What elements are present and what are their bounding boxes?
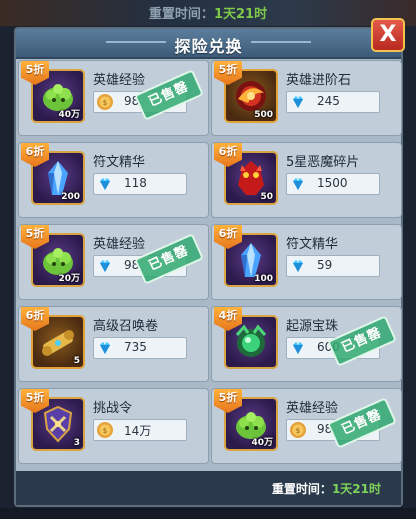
shop-item-card[interactable]: 40万 5折 英雄经验 $98 已售罄 — [211, 388, 402, 464]
panel-footer: 重置时间：1天21时 — [16, 471, 401, 505]
item-name: 英雄进阶石 — [286, 73, 352, 88]
item-quantity: 50 — [260, 192, 273, 202]
item-quantity: 40万 — [251, 438, 273, 448]
item-price: 245 — [317, 94, 340, 108]
background-refresh-value: 1天21时 — [213, 7, 268, 22]
refresh-timer: 重置时间：1天21时 — [272, 480, 381, 497]
item-name: 英雄经验 — [93, 73, 146, 88]
shop-item-card[interactable]: 20万 5折 英雄经验 98 已售罄 — [18, 224, 209, 300]
shop-item-card[interactable]: 100 6折 符文精华 59 — [211, 224, 402, 300]
svg-text:$: $ — [103, 99, 107, 107]
item-name: 挑战令 — [93, 401, 133, 416]
shop-item-card[interactable]: 500 5折 英雄进阶石 245 — [211, 60, 402, 136]
item-price: 14万 — [124, 424, 152, 438]
item-quantity: 500 — [254, 110, 273, 120]
price-box[interactable]: $14万 — [93, 419, 187, 441]
item-price: 59 — [317, 258, 333, 272]
item-quantity: 40万 — [58, 110, 80, 120]
shop-item-card[interactable]: 50 6折 5星恶魔碎片 1500 — [211, 142, 402, 218]
title-bar: 探险兑换 — [16, 29, 401, 59]
item-quantity: 200 — [61, 192, 80, 202]
item-name: 英雄经验 — [93, 237, 146, 252]
background-refresh-label: 重置时间： — [148, 7, 214, 22]
shop-item-card[interactable]: 5 6折 高级召唤卷 735 — [18, 306, 209, 382]
item-name: 英雄经验 — [286, 401, 339, 416]
refresh-value: 1天21时 — [331, 482, 381, 496]
item-name: 高级召唤卷 — [93, 319, 159, 334]
shop-item-card[interactable]: 200 6折 符文精华 118 — [18, 142, 209, 218]
price-box[interactable]: 59 — [286, 255, 380, 277]
item-quantity: 3 — [73, 438, 80, 448]
item-price: 118 — [124, 176, 147, 190]
price-box[interactable]: 245 — [286, 91, 380, 113]
shop-item-card[interactable]: 3 5折 挑战令 $14万 — [18, 388, 209, 464]
price-box[interactable]: 1500 — [286, 173, 380, 195]
background-refresh-timer: 重置时间：1天21时 — [0, 3, 416, 22]
background-header: 重置时间：1天21时 — [0, 0, 416, 26]
refresh-label: 重置时间： — [271, 482, 332, 496]
item-name: 起源宝珠 — [286, 319, 339, 334]
exchange-panel: 探险兑换 40万 5折 英雄经验 $98 已售罄 500 5折 英雄进阶石 245 200 6折 符文… — [14, 27, 403, 507]
shop-item-card[interactable]: 4折 起源宝珠 600 已售罄 — [211, 306, 402, 382]
item-name: 符文精华 — [286, 237, 339, 252]
svg-text:$: $ — [296, 427, 300, 435]
background-footer — [0, 508, 416, 519]
title-right-ornament — [251, 41, 311, 43]
svg-text:$: $ — [103, 427, 107, 435]
close-button[interactable]: X — [371, 18, 405, 52]
price-box[interactable]: 118 — [93, 173, 187, 195]
item-quantity: 100 — [254, 274, 273, 284]
shop-item-card[interactable]: 40万 5折 英雄经验 $98 已售罄 — [18, 60, 209, 136]
item-quantity: 5 — [73, 356, 80, 366]
panel-title: 探险兑换 — [174, 37, 243, 56]
item-name: 5星恶魔碎片 — [286, 155, 360, 170]
item-name: 符文精华 — [93, 155, 146, 170]
item-quantity: 20万 — [58, 274, 80, 284]
item-price: 735 — [124, 340, 147, 354]
price-box[interactable]: 735 — [93, 337, 187, 359]
item-price: 1500 — [317, 176, 348, 190]
